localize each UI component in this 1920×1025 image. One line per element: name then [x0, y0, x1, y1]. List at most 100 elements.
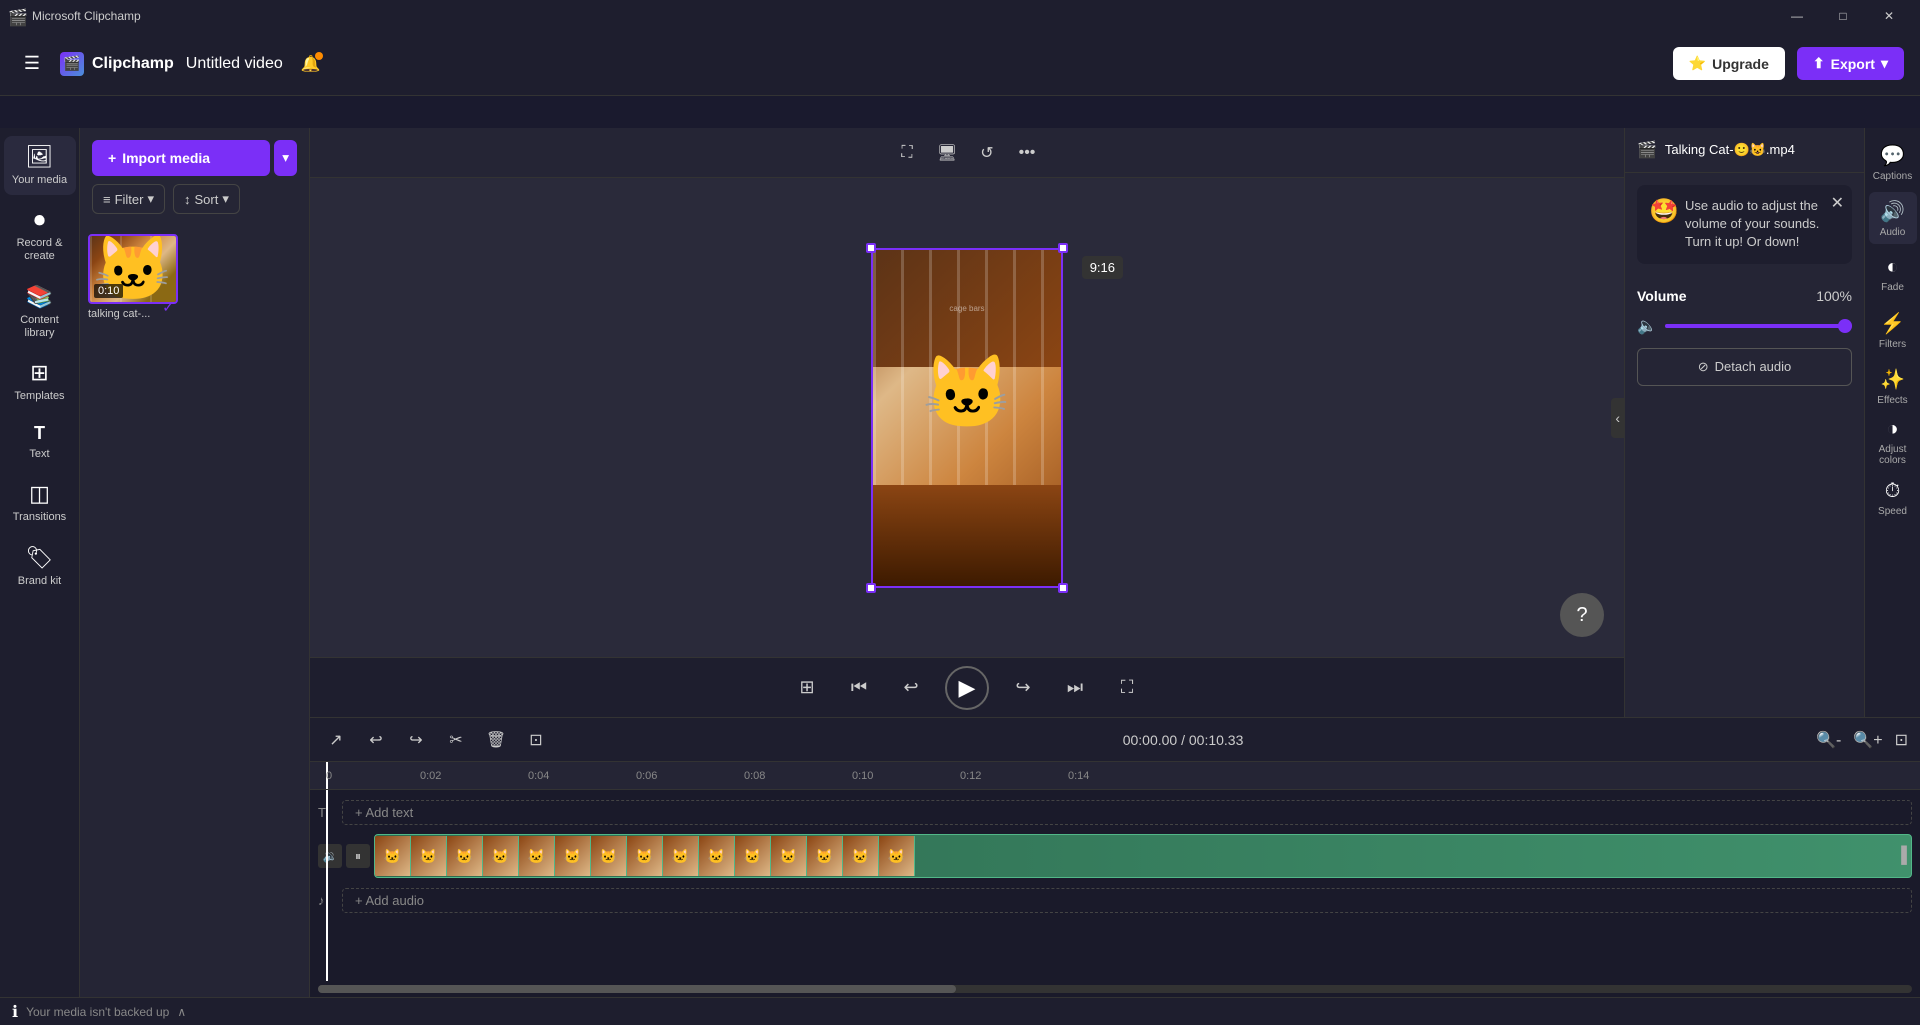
- your-media-icon: 🖼: [26, 144, 54, 170]
- track-frame: 🐱: [699, 836, 735, 876]
- sidebar-label-text: Text: [29, 448, 49, 461]
- redo-button[interactable]: ↪: [402, 726, 430, 754]
- volume-thumb[interactable]: [1838, 319, 1852, 333]
- audio-panel-button[interactable]: 🔊 Audio: [1869, 192, 1917, 244]
- add-audio-button[interactable]: + Add audio: [342, 888, 1912, 913]
- sidebar-item-transitions[interactable]: ◫ Transitions: [4, 473, 76, 532]
- sidebar-label-your-media: Your media: [12, 174, 67, 187]
- sort-button[interactable]: ↕ Sort ▾: [173, 184, 240, 214]
- adjust-colors-panel-button[interactable]: ◑ Adjust colors: [1869, 416, 1917, 468]
- fullscreen-button[interactable]: ⛶: [1109, 670, 1145, 706]
- menu-button[interactable]: ☰: [16, 48, 48, 80]
- fit-timeline-button[interactable]: ⊡: [1895, 730, 1908, 750]
- delete-button[interactable]: 🗑: [482, 726, 510, 754]
- resize-handle-bl[interactable]: [866, 583, 876, 593]
- captions-panel-button[interactable]: 💬 Captions: [1869, 136, 1917, 188]
- import-media-button[interactable]: + Import media: [92, 140, 270, 176]
- filters-panel-button[interactable]: ⚡ Filters: [1869, 304, 1917, 356]
- close-button[interactable]: ✕: [1866, 0, 1912, 32]
- ruler-mark-6: 0:12: [960, 770, 981, 782]
- track-frame: 🐱: [519, 836, 555, 876]
- replay-5-button[interactable]: ↩: [893, 670, 929, 706]
- forward-5-button[interactable]: ↪: [1005, 670, 1041, 706]
- sidebar-item-your-media[interactable]: 🖼 Your media: [4, 136, 76, 195]
- sidebar-item-content-library[interactable]: 📚 Content library: [4, 276, 76, 348]
- audio-track-label: ♪: [318, 893, 334, 908]
- screen-record-button[interactable]: 🖥: [931, 137, 963, 169]
- select-tool-button[interactable]: ↗: [322, 726, 350, 754]
- background-bottom: [873, 485, 1061, 586]
- detach-audio-button[interactable]: ⊘ Detach audio: [1637, 348, 1852, 386]
- speed-label: Speed: [1878, 506, 1907, 517]
- add-text-button[interactable]: + Add text: [342, 800, 1912, 825]
- undo-button[interactable]: ↩: [362, 726, 390, 754]
- notification-button[interactable]: 🔔: [295, 48, 327, 80]
- notification-dot: [315, 52, 323, 60]
- effects-panel-button[interactable]: ✨ Effects: [1869, 360, 1917, 412]
- record-create-icon: ⏺: [34, 207, 45, 233]
- track-frame: 🐱: [375, 836, 411, 876]
- track-frame: 🐱: [879, 836, 915, 876]
- app-icon: 🎬: [8, 8, 24, 24]
- resize-handle-tr[interactable]: [1058, 243, 1068, 253]
- resize-handle-tl[interactable]: [866, 243, 876, 253]
- track-frame: 🐱: [807, 836, 843, 876]
- video-track-row: 🔉 ⏸ 🐱 🐱 🐱 🐱 🐱 🐱 🐱 🐱 🐱: [310, 830, 1920, 882]
- fade-panel-button[interactable]: ◐ Fade: [1869, 248, 1917, 300]
- volume-slider[interactable]: [1665, 324, 1852, 328]
- sidebar-item-templates[interactable]: ⊞ Templates: [4, 352, 76, 411]
- effects-label: Effects: [1877, 395, 1907, 406]
- play-pause-button[interactable]: ▶: [945, 666, 989, 710]
- more-options-button[interactable]: •••: [1011, 137, 1043, 169]
- split-button[interactable]: ⊡: [522, 726, 550, 754]
- canvas-area: ⛶ 🖥 ↺ ••• cage bars: [310, 128, 1624, 717]
- ruler-mark-1: 0:02: [420, 770, 441, 782]
- video-title[interactable]: Untitled video: [186, 55, 283, 73]
- export-button[interactable]: ⬆ Export ▾: [1797, 47, 1904, 80]
- resize-handle-br[interactable]: [1058, 583, 1068, 593]
- video-track-strip[interactable]: 🐱 🐱 🐱 🐱 🐱 🐱 🐱 🐱 🐱 🐱 🐱 🐱: [374, 834, 1912, 878]
- sort-icon: ↕: [184, 192, 191, 207]
- timeline-tracks: T + Add text 🔉 ⏸ 🐱 🐱 🐱 🐱 🐱 �: [310, 790, 1920, 981]
- status-dismiss-button[interactable]: ∧: [177, 1005, 186, 1019]
- filter-button[interactable]: ≡ Filter ▾: [92, 184, 165, 214]
- window-controls: — □ ✕: [1774, 0, 1912, 32]
- cat-image: 🐱: [922, 350, 1012, 435]
- text-icon: T: [34, 423, 45, 444]
- zoom-in-button[interactable]: 🔍+: [1853, 730, 1882, 750]
- skip-end-button[interactable]: ⏭: [1057, 670, 1093, 706]
- zoom-out-button[interactable]: 🔍-: [1816, 730, 1841, 750]
- upgrade-button[interactable]: ⭐ Upgrade: [1673, 47, 1785, 80]
- timeline-scrollbar[interactable]: [318, 985, 1912, 993]
- list-item[interactable]: 🐱 0:10 talking cat-... ✓: [88, 234, 178, 320]
- track-frame: 🐱: [555, 836, 591, 876]
- media-grid: 🐱 0:10 talking cat-... ✓: [80, 226, 309, 328]
- sidebar-label-brand-kit: Brand kit: [18, 575, 61, 588]
- sidebar-item-text[interactable]: T Text: [4, 415, 76, 469]
- tooltip-emoji: 🤩: [1649, 197, 1679, 226]
- import-dropdown-button[interactable]: ▾: [274, 140, 297, 176]
- rotate-button[interactable]: ↺: [971, 137, 1003, 169]
- media-panel: + Import media ▾ ≡ Filter ▾ ↕ Sort ▾: [80, 128, 310, 997]
- right-panel-header: 🎬 Talking Cat-🙂😺.mp4: [1625, 128, 1864, 173]
- rewind-button[interactable]: ⏮: [841, 670, 877, 706]
- track-pause-button[interactable]: ⏸: [346, 844, 370, 868]
- sidebar-item-brand-kit[interactable]: 🏷 Brand kit: [4, 537, 76, 596]
- collapse-panel-button[interactable]: ‹: [1611, 398, 1624, 438]
- sidebar-item-record-create[interactable]: ⏺ Record & create: [4, 199, 76, 271]
- maximize-button[interactable]: □: [1820, 0, 1866, 32]
- right-panel: 🎬 Talking Cat-🙂😺.mp4 🤩 Use audio to adju…: [1624, 128, 1864, 717]
- crop-tool-button[interactable]: ⛶: [891, 137, 923, 169]
- help-button[interactable]: ?: [1560, 593, 1604, 637]
- tooltip-close-button[interactable]: ✕: [1831, 193, 1844, 213]
- minimize-button[interactable]: —: [1774, 0, 1820, 32]
- speed-panel-button[interactable]: ⏱ Speed: [1869, 472, 1917, 524]
- fit-to-frame-button[interactable]: ⊞: [789, 670, 825, 706]
- track-volume-button[interactable]: 🔉: [318, 844, 342, 868]
- cut-button[interactable]: ✂: [442, 726, 470, 754]
- timeline-scroll-thumb[interactable]: [318, 985, 956, 993]
- track-frame: 🐱: [627, 836, 663, 876]
- timeline-toolbar: ↗ ↩ ↪ ✂ 🗑 ⊡ 00:00.00 / 00:10.33 🔍- 🔍+ ⊡: [310, 718, 1920, 762]
- file-name: Talking Cat-🙂😺.mp4: [1665, 142, 1795, 158]
- canvas-toolbar: ⛶ 🖥 ↺ •••: [310, 128, 1624, 178]
